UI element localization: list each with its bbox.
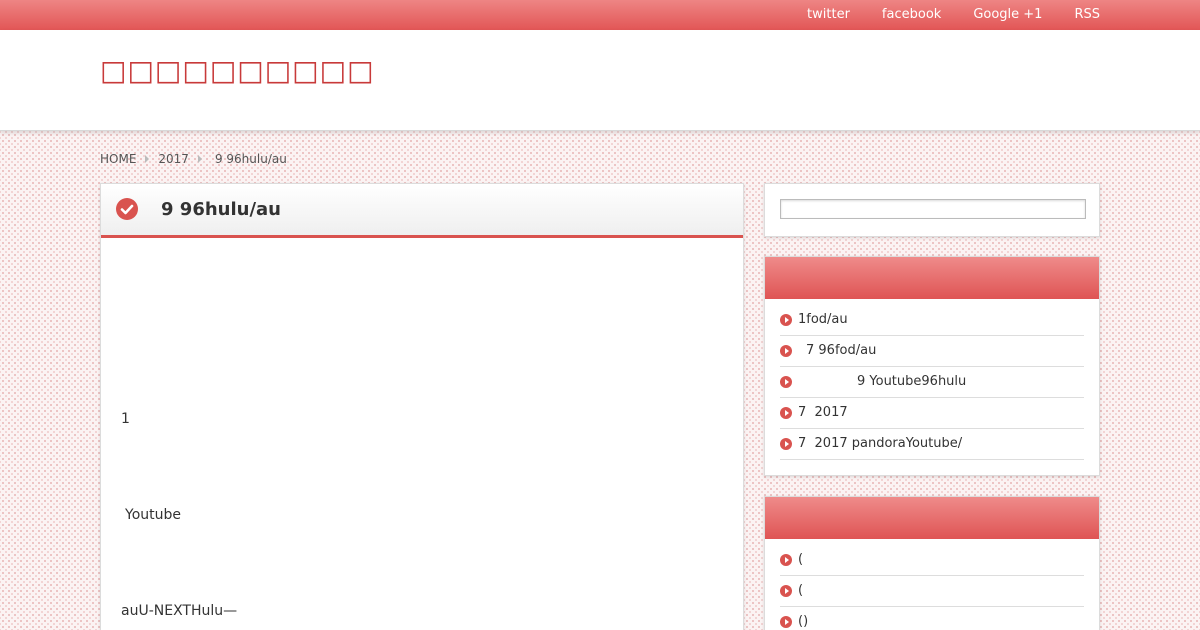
arrow-bullet-icon <box>780 616 792 628</box>
widget-header <box>765 497 1099 539</box>
arrow-bullet-icon <box>780 407 792 419</box>
top-nav-rss[interactable]: RSS <box>1074 2 1100 28</box>
top-nav-facebook[interactable]: facebook <box>882 2 941 28</box>
arrow-bullet-icon <box>780 376 792 388</box>
list-item[interactable]: ( <box>780 545 1084 576</box>
top-nav: twitter facebook Google +1 RSS <box>775 0 1100 30</box>
recent-posts-list: 1fod/au 7 96fod/au 9 Youtube96hulu 7 201… <box>765 299 1099 460</box>
breadcrumb-separator-icon <box>197 155 202 163</box>
top-nav-twitter[interactable]: twitter <box>807 2 850 28</box>
arrow-bullet-icon <box>780 438 792 450</box>
post-paragraph: Youtube <box>125 507 181 523</box>
post-paragraph: auU-NEXTHulu— <box>121 603 238 619</box>
recent-posts-widget: 1fod/au 7 96fod/au 9 Youtube96hulu 7 201… <box>764 256 1100 476</box>
search-input[interactable] <box>780 199 1086 219</box>
site-header: □□□□□□□□□□ <box>0 30 1200 131</box>
arrow-bullet-icon <box>780 345 792 357</box>
archive-list: ( ( () <box>765 539 1099 630</box>
site-title[interactable]: □□□□□□□□□□ <box>100 54 375 87</box>
post-paragraph: 1 <box>121 411 130 427</box>
breadcrumb-home[interactable]: HOME <box>100 152 136 166</box>
breadcrumb-current: 9 96hulu/au <box>214 152 287 166</box>
arrow-bullet-icon <box>780 585 792 597</box>
search-widget <box>764 183 1100 237</box>
archive-widget: ( ( () <box>764 496 1100 630</box>
breadcrumb: HOME 2017 9 96hulu/au <box>100 152 287 166</box>
top-bar: twitter facebook Google +1 RSS <box>0 0 1200 30</box>
post-title: 9 96hulu/au <box>161 199 281 220</box>
list-item[interactable]: 7 2017 pandoraYoutube/ <box>780 429 1084 460</box>
list-item[interactable]: 1fod/au <box>780 305 1084 336</box>
post-header: 9 96hulu/au <box>101 184 743 238</box>
list-item[interactable]: 7 96fod/au <box>780 336 1084 367</box>
list-item[interactable]: () <box>780 607 1084 630</box>
top-nav-google-plus[interactable]: Google +1 <box>973 2 1042 28</box>
widget-header <box>765 257 1099 299</box>
list-item[interactable]: 9 Youtube96hulu <box>780 367 1084 398</box>
arrow-bullet-icon <box>780 314 792 326</box>
arrow-bullet-icon <box>780 554 792 566</box>
check-circle-icon <box>116 198 138 220</box>
breadcrumb-separator-icon <box>145 155 150 163</box>
list-item[interactable]: ( <box>780 576 1084 607</box>
post-article: 9 96hulu/au 1 Youtube auU-NEXTHulu— <box>100 183 744 630</box>
breadcrumb-year[interactable]: 2017 <box>158 152 189 166</box>
list-item[interactable]: 7 2017 <box>780 398 1084 429</box>
